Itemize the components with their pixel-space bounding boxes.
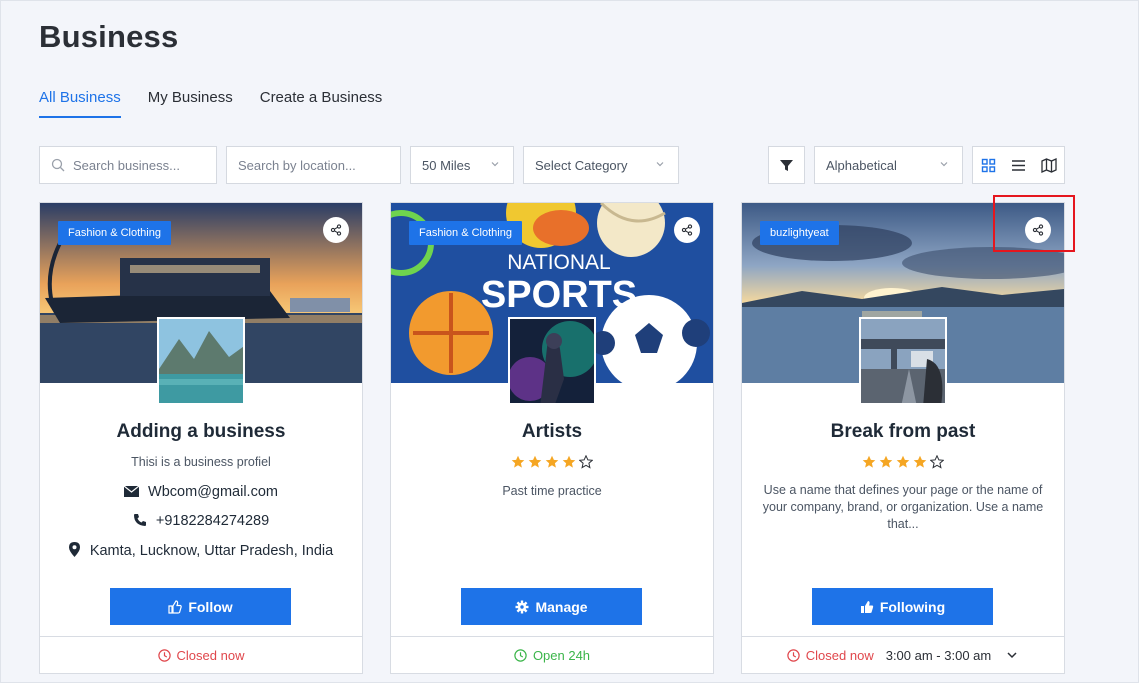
- status-text: Closed now: [805, 647, 874, 663]
- avatar[interactable]: [859, 317, 947, 405]
- chevron-down-icon: [940, 162, 948, 167]
- hours-text: 3:00 am - 3:00 am: [885, 647, 992, 663]
- follow-label: Follow: [188, 598, 233, 615]
- sort-value: Alphabetical: [826, 157, 897, 173]
- share-button[interactable]: [674, 217, 700, 243]
- avatar[interactable]: [508, 317, 596, 405]
- hours-status: Closed now 3:00 am - 3:00 am: [742, 636, 1064, 673]
- filter-icon: [780, 159, 793, 171]
- phone-text[interactable]: +9182284274289: [156, 513, 269, 529]
- business-card: Fashion & Clothing Adding a business Thi…: [39, 202, 363, 674]
- map-pin-icon: [68, 542, 80, 557]
- filter-button[interactable]: [768, 146, 805, 184]
- chevron-down-icon: [491, 162, 499, 167]
- star-filled-icon: [879, 455, 893, 468]
- business-description: Use a name that defines your page or the…: [762, 483, 1044, 531]
- phone-row: +9182284274289: [40, 513, 362, 529]
- star-filled-icon: [913, 455, 927, 468]
- status-text: Closed now: [176, 647, 245, 663]
- manage-button[interactable]: Manage: [461, 588, 642, 625]
- sort-select[interactable]: Alphabetical: [814, 146, 963, 184]
- hours-status: Open 24h: [391, 636, 713, 673]
- manage-label: Manage: [535, 598, 588, 615]
- cover-text-sports: SPORTS: [481, 274, 637, 316]
- grid-view-icon[interactable]: [981, 158, 996, 173]
- search-business-placeholder: Search business...: [73, 157, 180, 173]
- thumbs-up-icon: [860, 600, 873, 613]
- cover-text-national: NATIONAL: [507, 251, 610, 274]
- business-description: Thisi is a business profiel: [131, 455, 271, 469]
- category-badge[interactable]: Fashion & Clothing: [409, 221, 522, 245]
- tab-create-business[interactable]: Create a Business: [260, 89, 383, 118]
- star-empty-icon: [930, 455, 944, 469]
- filter-bar: Search business... Search by location...…: [39, 146, 1065, 184]
- category-value: Select Category: [535, 157, 628, 173]
- hours-status: Closed now: [40, 636, 362, 673]
- list-view-icon[interactable]: [1011, 158, 1026, 173]
- star-filled-icon: [862, 455, 876, 468]
- business-card: buzlightyeat Break from past Use a name …: [741, 202, 1065, 674]
- search-location-placeholder: Search by location...: [238, 157, 356, 173]
- page-title: Business: [39, 19, 179, 54]
- status-text: Open 24h: [532, 647, 591, 663]
- chevron-down-icon[interactable]: [1005, 648, 1019, 662]
- search-icon: [51, 158, 65, 172]
- envelope-icon: [123, 485, 140, 497]
- follow-button[interactable]: Follow: [110, 588, 291, 625]
- email-text[interactable]: Wbcom@gmail.com: [148, 484, 278, 500]
- category-badge[interactable]: buzlightyeat: [760, 221, 839, 245]
- category-badge[interactable]: Fashion & Clothing: [58, 221, 171, 245]
- distance-value: 50 Miles: [422, 157, 471, 173]
- phone-icon: [133, 514, 146, 526]
- star-filled-icon: [562, 455, 576, 468]
- business-title[interactable]: Adding a business: [40, 421, 362, 443]
- rating-stars: [742, 455, 1064, 469]
- clock-icon: [514, 648, 527, 662]
- distance-select[interactable]: 50 Miles: [410, 146, 514, 184]
- email-row: Wbcom@gmail.com: [40, 484, 362, 500]
- share-icon: [330, 224, 342, 236]
- thumbs-up-icon: [168, 599, 183, 614]
- category-select[interactable]: Select Category: [523, 146, 679, 184]
- clock-icon: [787, 648, 800, 662]
- business-description: Past time practice: [502, 484, 602, 498]
- search-location-input[interactable]: Search by location...: [226, 146, 401, 184]
- business-title[interactable]: Artists: [391, 421, 713, 443]
- gear-icon: [515, 600, 529, 613]
- address-text: Kamta, Lucknow, Uttar Pradesh, India: [89, 543, 334, 559]
- address-row: Kamta, Lucknow, Uttar Pradesh, India: [40, 542, 362, 559]
- business-tabs: All Business My Business Create a Busine…: [39, 89, 382, 118]
- rating-stars: [391, 455, 713, 469]
- avatar[interactable]: [157, 317, 245, 405]
- following-label: Following: [879, 598, 946, 615]
- star-filled-icon: [545, 455, 559, 468]
- chevron-down-icon: [656, 162, 664, 167]
- share-icon: [681, 224, 693, 236]
- map-view-icon[interactable]: [1040, 157, 1057, 173]
- star-filled-icon: [896, 455, 910, 468]
- share-button[interactable]: [323, 217, 349, 243]
- tab-all-business[interactable]: All Business: [39, 89, 121, 118]
- star-filled-icon: [511, 455, 525, 468]
- view-toggle: [972, 146, 1065, 184]
- star-filled-icon: [528, 455, 542, 468]
- business-page: Business All Business My Business Create…: [0, 0, 1139, 683]
- business-title[interactable]: Break from past: [742, 421, 1064, 443]
- following-button[interactable]: Following: [812, 588, 993, 625]
- star-empty-icon: [579, 455, 593, 469]
- clock-icon: [157, 648, 171, 662]
- business-card: NATIONAL SPORTS Fashion & Clothing Artis…: [390, 202, 714, 674]
- tab-my-business[interactable]: My Business: [148, 89, 233, 118]
- search-business-input[interactable]: Search business...: [39, 146, 217, 184]
- highlight-box: [993, 195, 1075, 252]
